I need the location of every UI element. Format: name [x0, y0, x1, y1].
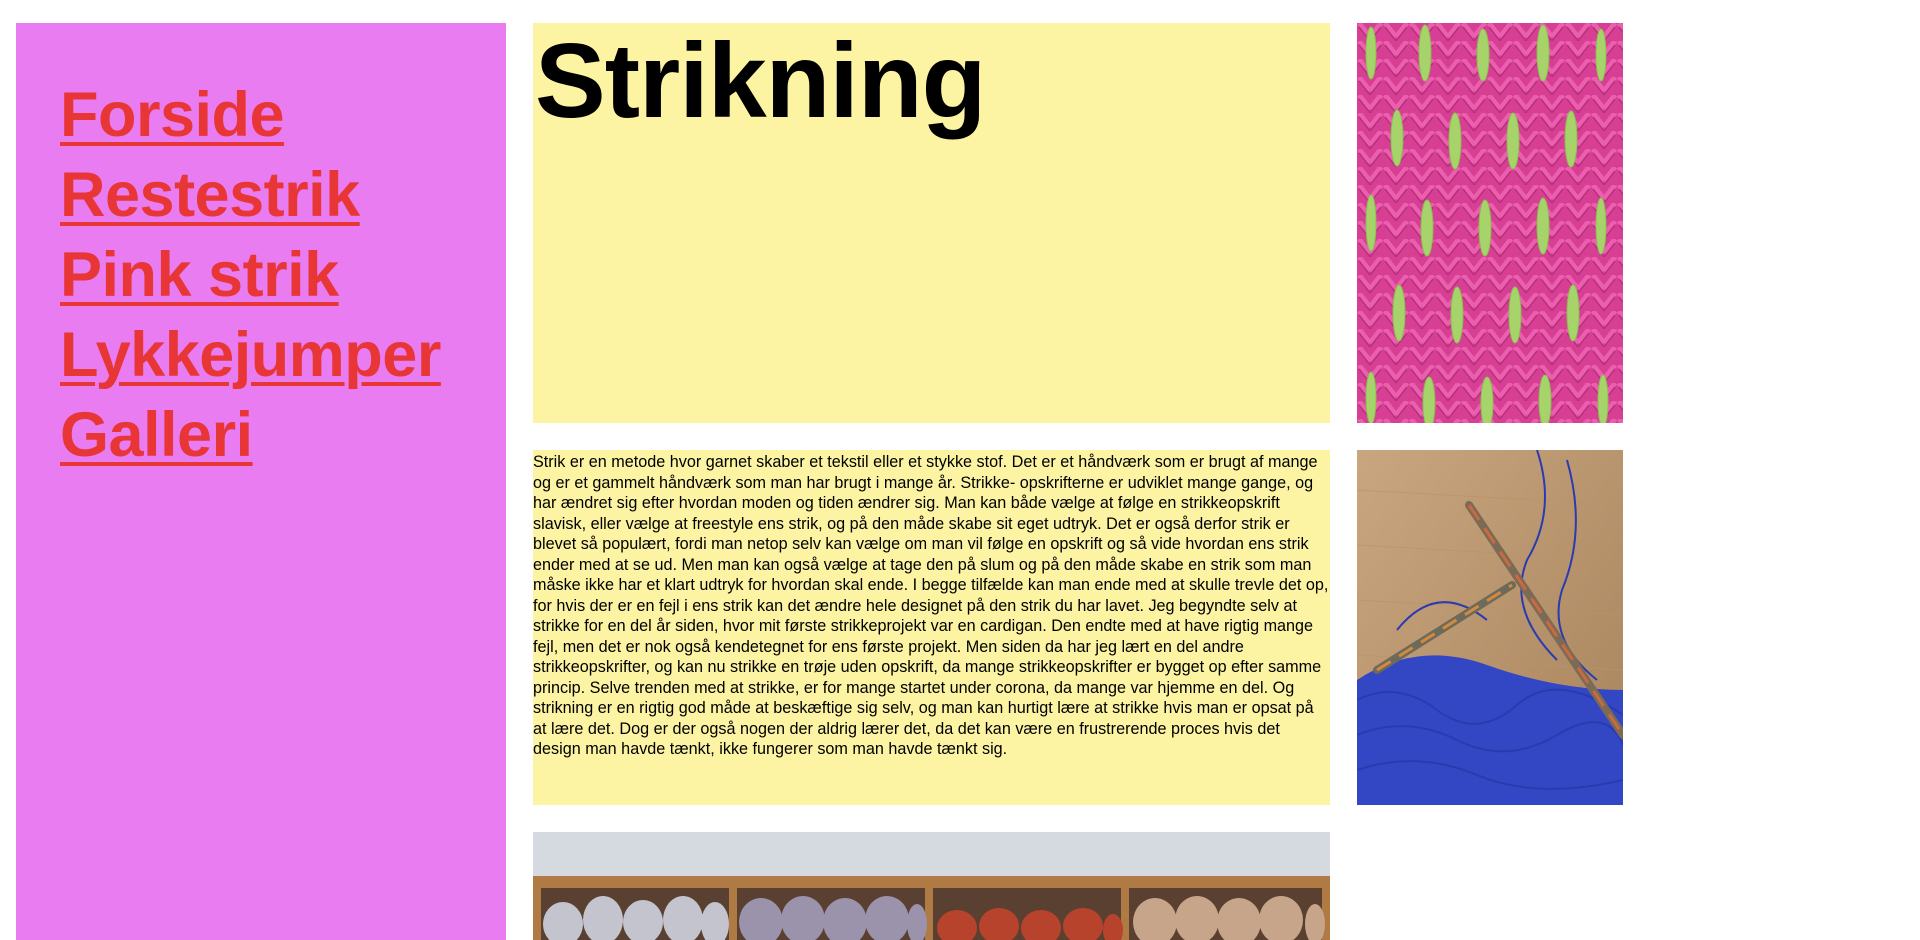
nav-link-lykkejumper[interactable]: Lykkejumper — [60, 320, 441, 390]
nav-item-restestrik: Restestrik — [60, 155, 441, 235]
article-paragraph: Strik er en metode hvor garnet skaber et… — [533, 453, 1329, 758]
nav-list: Forside Restestrik Pink strik Lykkejumpe… — [60, 75, 441, 475]
nav-link-forside[interactable]: Forside — [60, 80, 285, 150]
nav-link-galleri[interactable]: Galleri — [60, 400, 253, 470]
pink-knit-image — [1357, 23, 1623, 423]
nav-item-galleri: Galleri — [60, 395, 441, 475]
nav-link-pink-strik[interactable]: Pink strik — [60, 240, 339, 310]
pink-knit-photo — [1357, 23, 1623, 423]
yarn-shelf-image — [533, 832, 1330, 940]
nav-item-pink-strik: Pink strik — [60, 235, 441, 315]
nav-link-restestrik[interactable]: Restestrik — [60, 160, 360, 230]
title-box: Strikning — [533, 22, 1330, 423]
article-text-box: Strik er en metode hvor garnet skaber et… — [533, 450, 1330, 805]
nav-item-lykkejumper: Lykkejumper — [60, 315, 441, 395]
nav-item-forside: Forside — [60, 75, 441, 155]
sidebar-nav: Forside Restestrik Pink strik Lykkejumpe… — [16, 23, 506, 940]
needles-yarn-photo — [1357, 450, 1623, 805]
yarn-shelf-photo — [533, 832, 1330, 940]
needles-yarn-image — [1357, 450, 1623, 805]
page-title: Strikning — [535, 22, 986, 140]
